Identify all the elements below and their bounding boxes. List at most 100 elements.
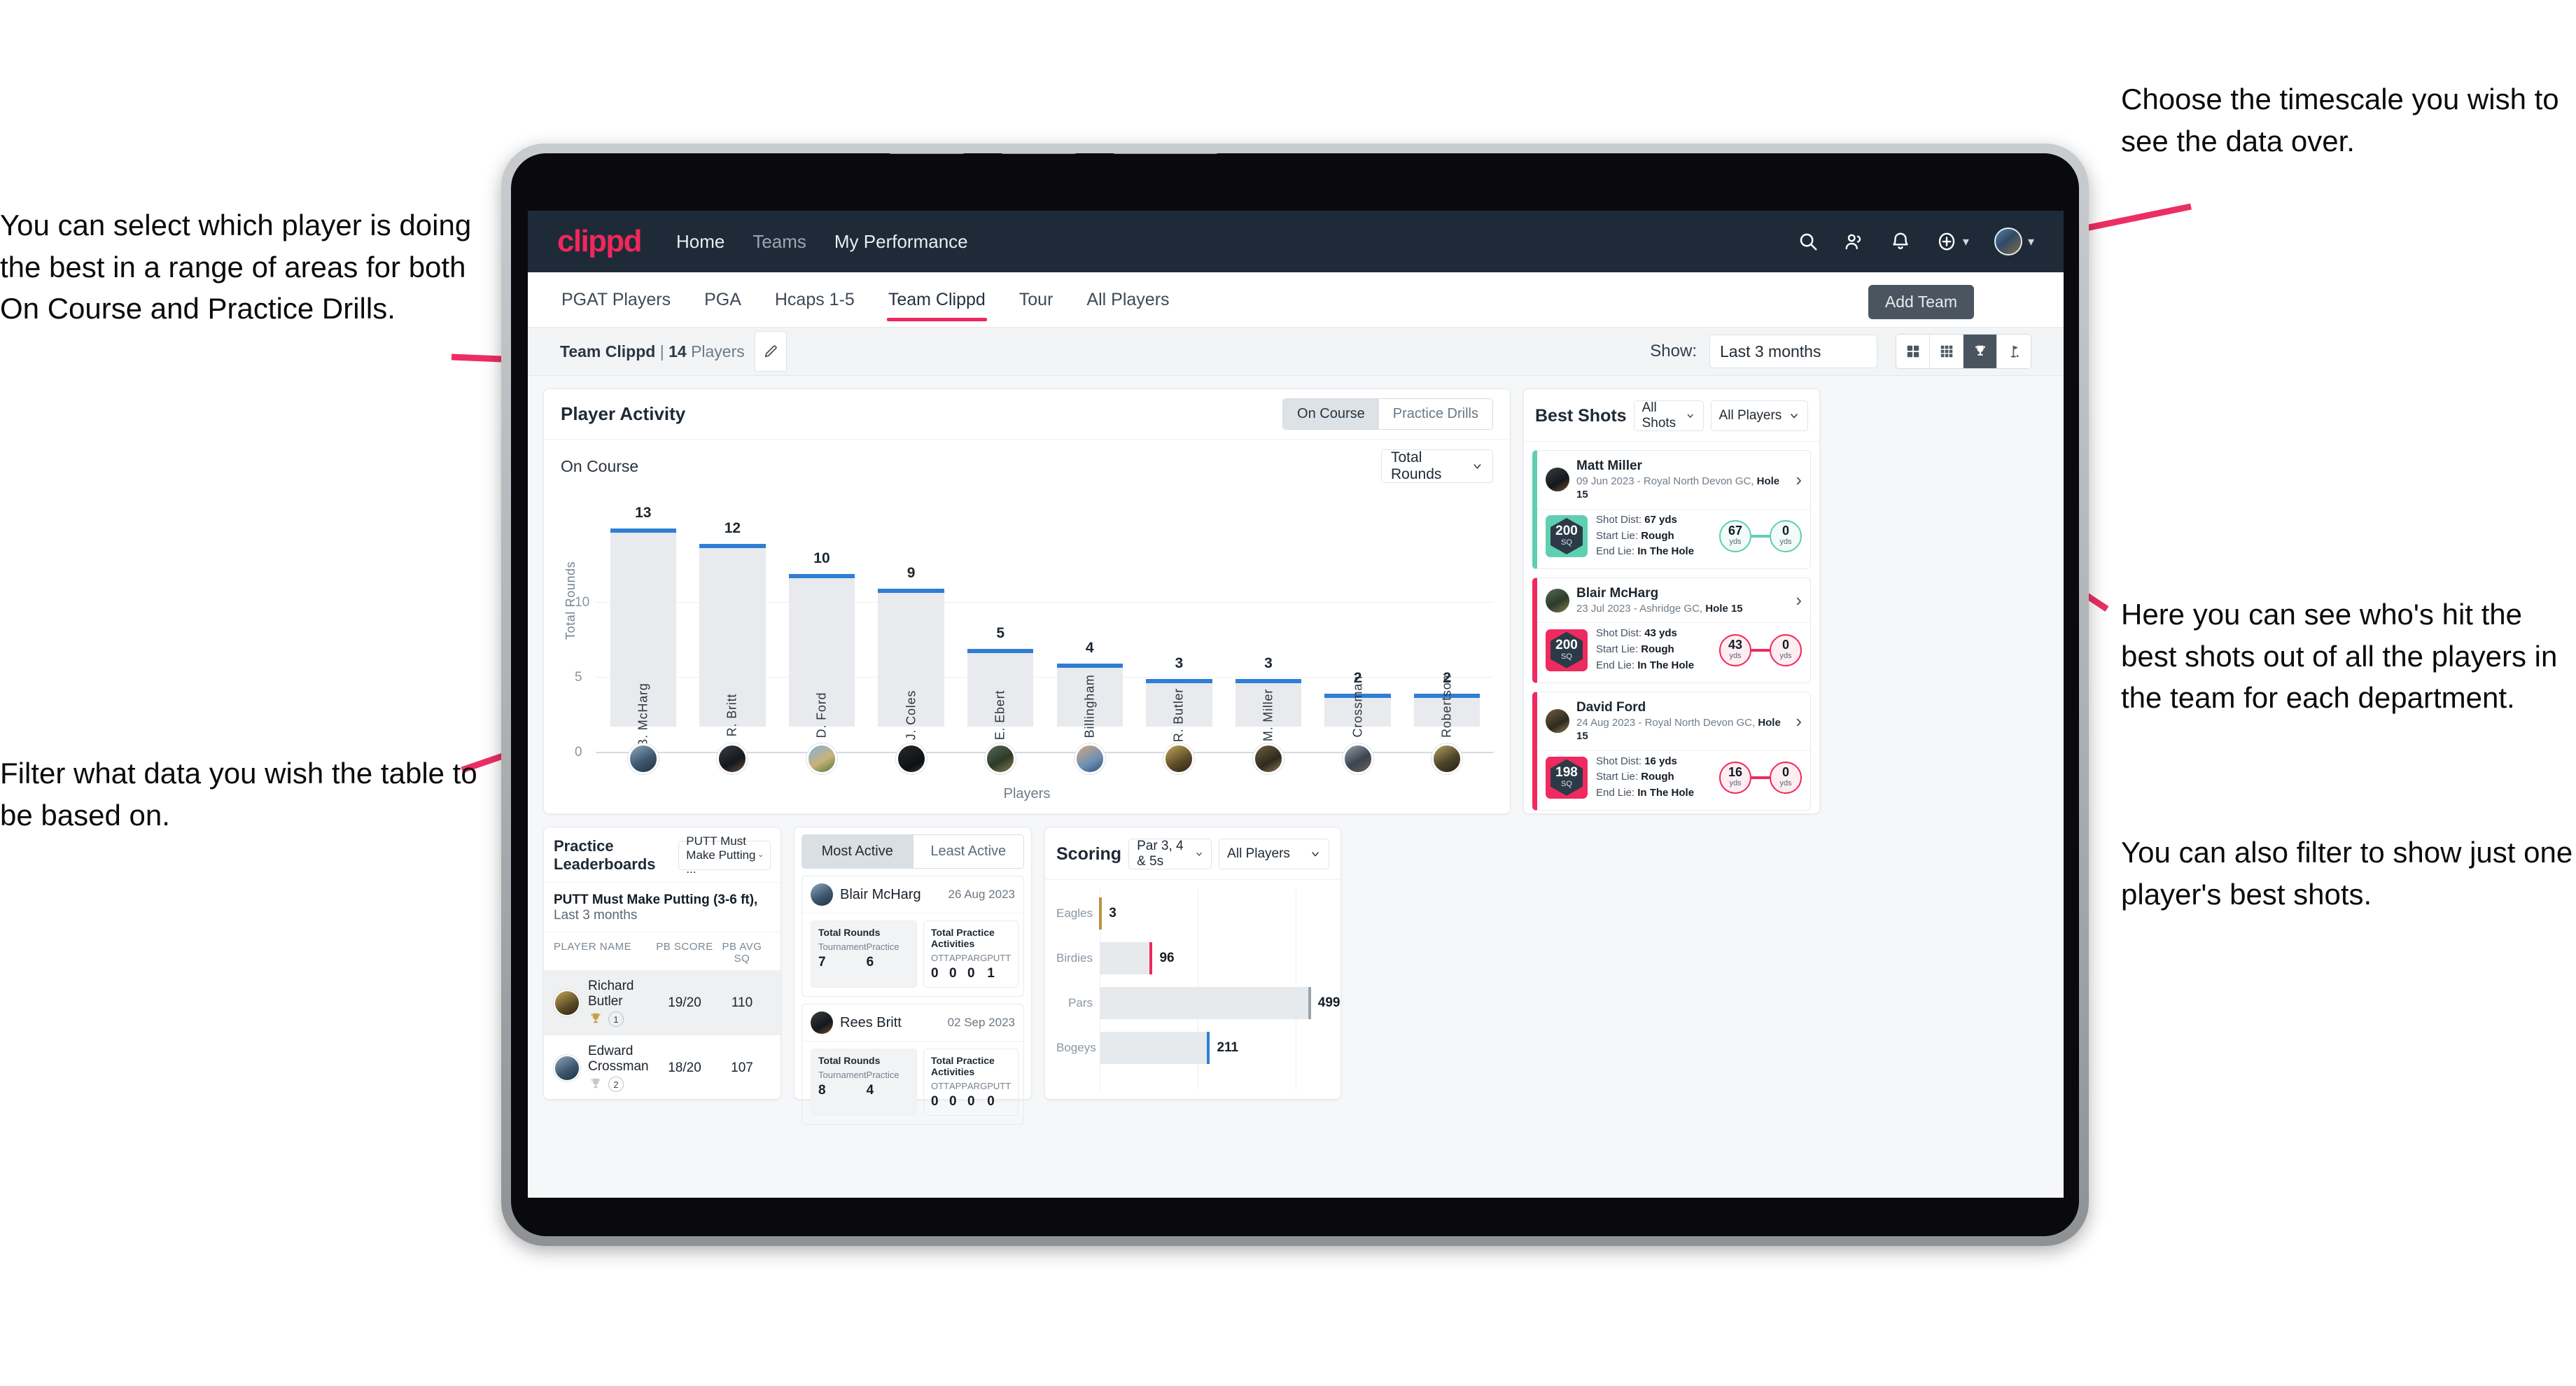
distance-visual: 43 yds 0 yds: [1719, 634, 1802, 666]
player-avatar[interactable]: [1074, 743, 1105, 774]
best-shot-card[interactable]: Blair McHarg 23 Jul 2023 - Ashridge GC, …: [1532, 578, 1811, 683]
segment-practice-drills[interactable]: Practice Drills: [1378, 399, 1492, 429]
edit-team-button[interactable]: [754, 331, 787, 372]
grid-4-icon: [1907, 345, 1919, 358]
activity-card[interactable]: Rees Britt 02 Sep 2023 Total Rounds Tour…: [802, 1004, 1024, 1125]
scoring-player-filter[interactable]: All Players: [1219, 839, 1329, 869]
putt-col: PUTT 1: [987, 953, 1011, 981]
view-toggle-golf-flag[interactable]: [1997, 335, 2031, 368]
player-avatar[interactable]: [1163, 743, 1195, 774]
player-avatar[interactable]: [1432, 743, 1463, 774]
drill-select[interactable]: PUTT Must Make Putting ...: [678, 834, 771, 876]
best-shot-player-name: David Ford: [1576, 699, 1646, 715]
leaderboard-player: Richard Butler 1: [588, 979, 656, 1027]
bar-column[interactable]: 5 E. Ebert: [955, 517, 1045, 740]
bar-category-label: B. McHarg: [636, 682, 650, 748]
leaderboard-row[interactable]: Edward Crossman 2 18/20 107: [544, 1035, 780, 1100]
practice-label: Practice: [866, 941, 899, 952]
bar-column[interactable]: 13 B. McHarg: [598, 505, 688, 748]
end-lie-value: In The Hole: [1637, 545, 1695, 558]
annotation-left-bottom: Filter what data you wish the table to b…: [0, 757, 477, 832]
dashboard-row-bottom: Practice Leaderboards PUTT Must Make Put…: [543, 827, 2048, 1125]
tab-pga[interactable]: PGA: [703, 274, 743, 326]
shot-dist-value: 67 yds: [1644, 513, 1677, 526]
drill-select-value: PUTT Must Make Putting ...: [686, 834, 756, 876]
player-avatar[interactable]: [627, 743, 659, 774]
player-avatar-row: [598, 743, 1492, 774]
tab-all-players[interactable]: All Players: [1085, 274, 1170, 326]
section-tab-bar: PGAT Players PGA Hcaps 1-5 Team Clippd T…: [528, 272, 2064, 327]
best-shot-header: Matt Miller 09 Jun 2023 - Royal North De…: [1537, 451, 1810, 509]
leaderboard-pb-avg-sq: 107: [731, 1060, 753, 1075]
tab-hcaps-1-5[interactable]: Hcaps 1-5: [774, 274, 856, 326]
nav-link-my-performance[interactable]: My Performance: [834, 231, 968, 253]
bar-column[interactable]: 2 E. Crossman: [1313, 517, 1403, 755]
view-toggle-grid-9[interactable]: [1930, 335, 1963, 368]
activity-card[interactable]: Blair McHarg 26 Aug 2023 Total Rounds To…: [802, 876, 1024, 997]
practice-value: 6: [866, 955, 874, 969]
shot-dist-label: Shot Dist:: [1596, 513, 1642, 526]
bar-column[interactable]: 3 R. Butler: [1135, 517, 1224, 742]
leaderboard-row[interactable]: Richard Butler 1 19/20 110: [544, 970, 780, 1035]
scoring-par-filter[interactable]: Par 3, 4 & 5s: [1128, 839, 1212, 869]
scoring-bar-cap: [1149, 942, 1153, 974]
practice-activities-title: Total Practice Activities: [931, 927, 995, 949]
scoring-row[interactable]: Eagles 3: [1056, 891, 1329, 936]
player-activity-title: Player Activity: [561, 403, 686, 424]
bar-column[interactable]: 12 R. Britt: [688, 517, 778, 736]
best-shot-card[interactable]: David Ford 24 Aug 2023 - Royal North Dev…: [1532, 691, 1811, 811]
bar: 5 E. Ebert: [967, 625, 1034, 740]
ott-value: 0: [931, 1094, 939, 1109]
view-toggle-grid-4[interactable]: [1896, 335, 1930, 368]
bar-group: 13 B. McHarg 12 R. Britt 10 D. Ford 9 J. Coles 5…: [598, 505, 1492, 756]
bar-column[interactable]: 3 M. Miller: [1224, 517, 1313, 741]
bar-column[interactable]: 10 D. Ford: [777, 517, 867, 738]
tab-most-active[interactable]: Most Active: [802, 834, 913, 869]
bar-value-label: 3: [1264, 654, 1273, 671]
end-lie-value: In The Hole: [1637, 659, 1695, 671]
best-shot-player-name: Blair McHarg: [1576, 586, 1659, 601]
plus-circle-icon[interactable]: ▾: [1936, 231, 1969, 252]
nav-link-home[interactable]: Home: [676, 231, 724, 253]
chevron-right-icon[interactable]: ›: [1790, 469, 1802, 491]
scoring-card: Scoring Par 3, 4 & 5s All Players Eagles…: [1044, 827, 1341, 1100]
nav-link-teams[interactable]: Teams: [752, 231, 806, 253]
player-avatar[interactable]: [1252, 743, 1284, 774]
player-avatar[interactable]: [717, 743, 748, 774]
tab-least-active[interactable]: Least Active: [913, 834, 1024, 869]
best-shots-shot-filter[interactable]: All Shots: [1633, 400, 1704, 431]
view-toggle-trophy[interactable]: [1963, 335, 1997, 368]
tab-team-clippd[interactable]: Team Clippd: [886, 274, 987, 326]
drill-subtitle-period: Last 3 months: [554, 908, 638, 923]
bar-column[interactable]: 4 D. Billingham: [1045, 517, 1135, 756]
best-shots-card: Best Shots All Shots All Players Matt Mi…: [1523, 388, 1820, 814]
best-shots-list: Matt Miller 09 Jun 2023 - Royal North De…: [1524, 442, 1819, 819]
chevron-right-icon[interactable]: ›: [1790, 710, 1802, 732]
segment-on-course[interactable]: On Course: [1283, 399, 1379, 429]
best-shots-player-filter[interactable]: All Players: [1710, 400, 1808, 431]
player-avatar[interactable]: [895, 743, 927, 774]
trophy-icon: [591, 1013, 601, 1023]
start-lie-line: Start Lie: Rough: [1596, 528, 1694, 545]
player-avatar[interactable]: [1342, 743, 1373, 774]
people-icon[interactable]: [1844, 231, 1865, 252]
bell-icon[interactable]: [1890, 231, 1911, 252]
scoring-rows: Eagles 3 Birdies 96 Pars 499 Bogeys 211: [1056, 891, 1340, 1070]
metric-select[interactable]: Total Rounds: [1381, 449, 1493, 483]
chevron-right-icon[interactable]: ›: [1790, 589, 1802, 611]
tab-tour[interactable]: Tour: [1018, 274, 1055, 326]
timescale-select[interactable]: Last 3 months: [1709, 335, 1877, 368]
search-icon[interactable]: [1798, 231, 1819, 252]
bar-column[interactable]: 2 C. Robertson: [1402, 517, 1492, 755]
bar-column[interactable]: 9 J. Coles: [867, 517, 956, 740]
player-avatar[interactable]: [985, 743, 1016, 774]
scoring-row[interactable]: Birdies 96: [1056, 936, 1329, 981]
tab-pgat-players[interactable]: PGAT Players: [560, 274, 672, 326]
scoring-row[interactable]: Pars 499: [1056, 981, 1340, 1026]
best-shot-card[interactable]: Matt Miller 09 Jun 2023 - Royal North De…: [1532, 450, 1811, 570]
clippd-logo[interactable]: clippd: [557, 224, 643, 259]
avatar[interactable]: ▾: [1994, 227, 2034, 255]
player-avatar[interactable]: [806, 743, 837, 774]
sq-value: 200: [1555, 524, 1578, 539]
scoring-row[interactable]: Bogeys 211: [1056, 1026, 1329, 1070]
